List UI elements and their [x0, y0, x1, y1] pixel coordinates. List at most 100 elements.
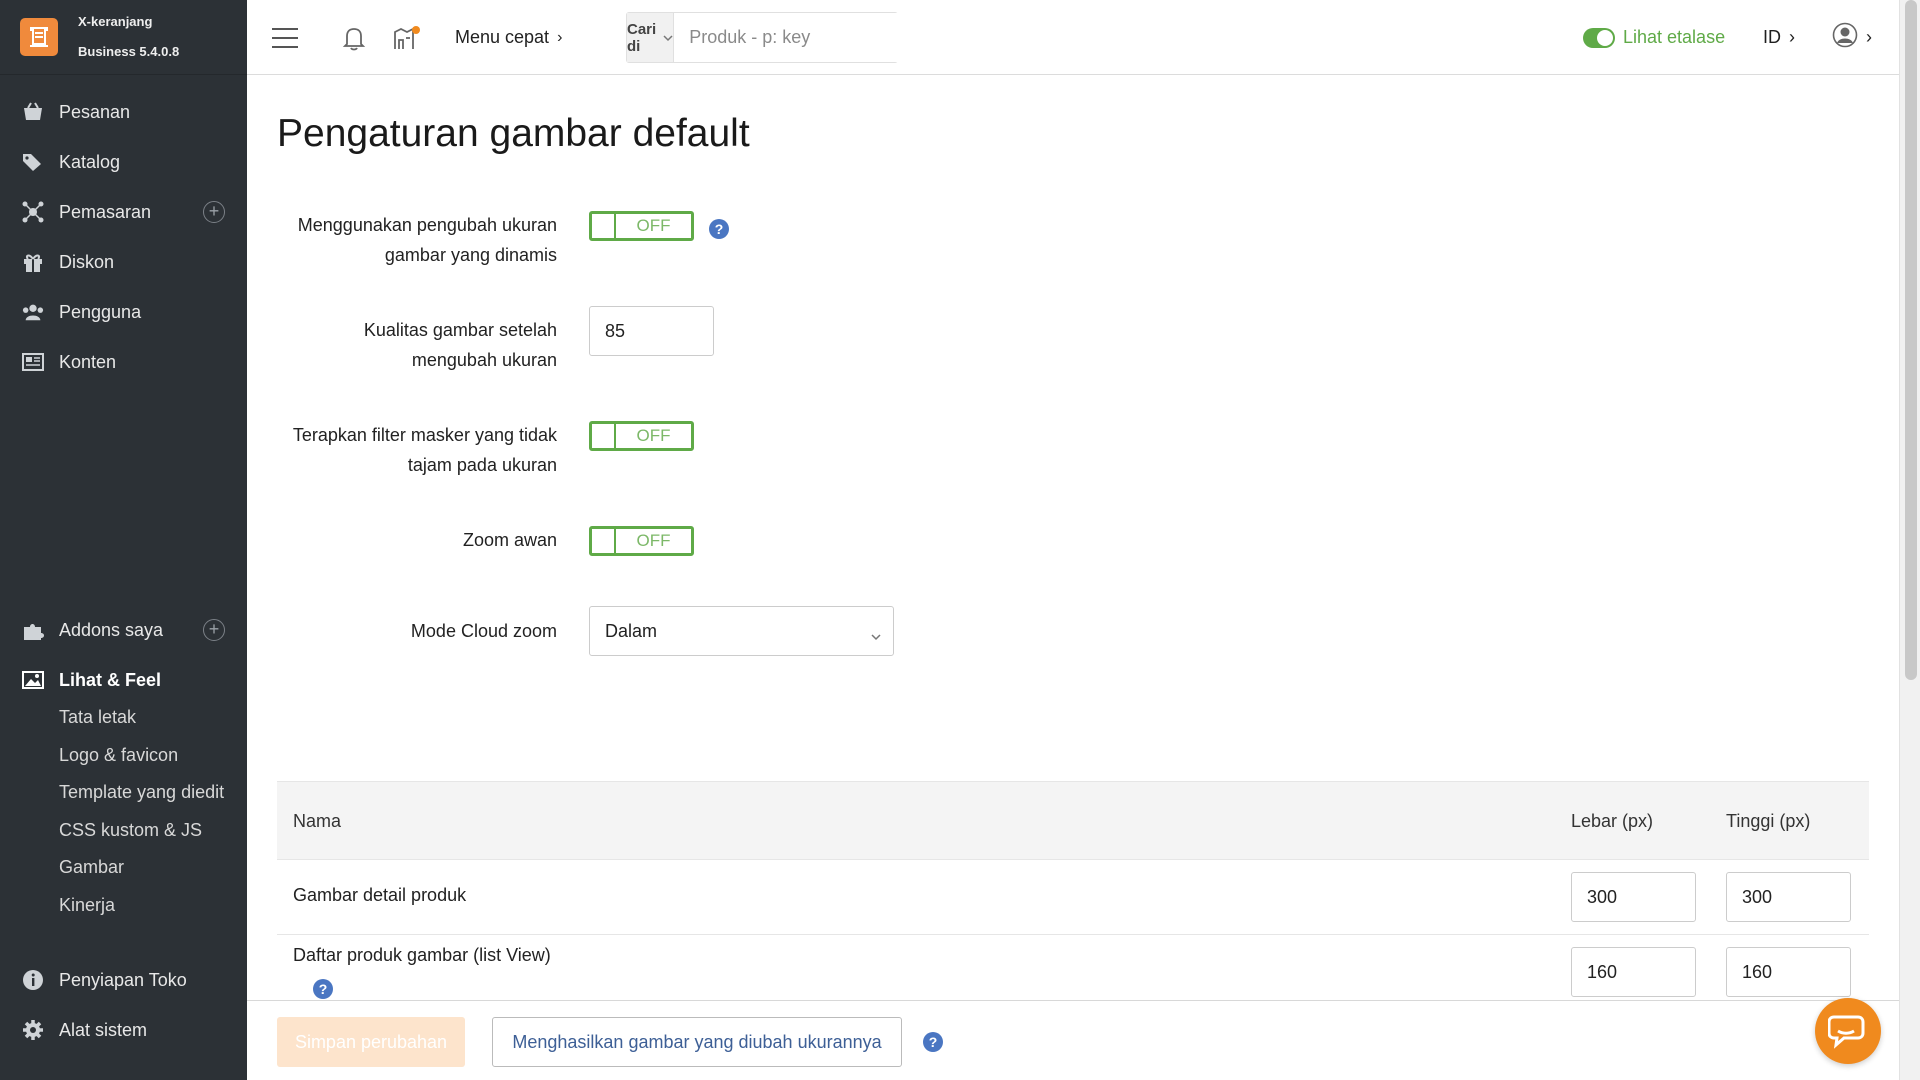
scrollbar-thumb[interactable] — [1905, 0, 1917, 680]
chevron-right-icon: › — [1866, 27, 1872, 47]
unsharp-mask-toggle[interactable]: OFF — [589, 421, 694, 451]
sidebar: X-keranjang Business 5.4.0.8 Pesanan Kat… — [0, 0, 247, 1080]
row-name: Daftar produk gambar (list View) — [293, 945, 551, 965]
hamburger-menu-icon[interactable] — [271, 0, 299, 75]
sidebar-item-marketing[interactable]: Pemasaran + — [0, 192, 247, 232]
dynamic-resizer-toggle[interactable]: OFF — [589, 211, 694, 241]
add-addon-icon[interactable]: + — [203, 619, 225, 641]
user-menu[interactable]: › — [1832, 0, 1872, 75]
puzzle-icon — [22, 619, 44, 641]
quality-input[interactable] — [589, 306, 714, 356]
label-line: Menggunakan pengubah ukuran — [297, 215, 557, 235]
app-name: X-keranjang — [78, 14, 153, 29]
sidebar-subitem-custom-css[interactable]: CSS kustom & JS — [59, 813, 202, 847]
page-title: Pengaturan gambar default — [277, 112, 750, 155]
chevron-down-icon — [871, 625, 881, 646]
gift-icon — [22, 251, 44, 273]
help-icon[interactable]: ? — [313, 979, 333, 999]
toggle-knob — [592, 424, 616, 448]
toggle-knob — [592, 529, 616, 553]
cloud-zoom-mode-label: Mode Cloud zoom — [277, 616, 557, 646]
orders-icon — [22, 101, 44, 123]
table-header: Nama Lebar (px) Tinggi (px) — [277, 781, 1869, 859]
table-row: Daftar produk gambar (list View) ? — [277, 934, 1869, 1009]
column-name: Nama — [293, 811, 342, 831]
sidebar-item-label: Pemasaran — [59, 201, 152, 222]
sidebar-subitem-logo[interactable]: Logo & favicon — [59, 738, 178, 772]
user-avatar-icon — [1832, 22, 1858, 53]
height-input[interactable] — [1726, 947, 1851, 997]
cloud-zoom-toggle[interactable]: OFF — [589, 526, 694, 556]
toggle-state: OFF — [636, 531, 671, 550]
sidebar-item-label: Penyiapan Toko — [59, 969, 187, 990]
quality-label: Kualitas gambar setelah mengubah ukuran — [277, 315, 557, 375]
quick-menu-button[interactable]: Menu cepat › — [455, 0, 562, 75]
sidebar-item-system-tools[interactable]: Alat sistem — [0, 1010, 247, 1050]
brand[interactable]: X-keranjang Business 5.4.0.8 — [0, 0, 247, 75]
sidebar-item-addons[interactable]: Addons saya + — [0, 610, 247, 650]
sidebar-item-label: Diskon — [59, 251, 115, 272]
height-input[interactable] — [1726, 872, 1851, 922]
tags-icon — [22, 151, 44, 173]
help-icon[interactable]: ? — [923, 1032, 943, 1052]
quick-menu-label: Menu cepat — [455, 27, 550, 47]
table-row: Gambar detail produk — [277, 859, 1869, 934]
sidebar-item-label: Pengguna — [59, 301, 142, 322]
sidebar-subitem-images[interactable]: Gambar — [59, 850, 124, 884]
image-sizes-table: Nama Lebar (px) Tinggi (px) Gambar detai… — [277, 781, 1869, 1009]
storefront-switch-icon — [1583, 27, 1615, 48]
page-scrollbar[interactable] — [1899, 0, 1920, 1080]
sidebar-subitem-layout[interactable]: Tata letak — [59, 700, 136, 734]
view-storefront-toggle[interactable]: Lihat etalase — [1583, 0, 1725, 75]
topbar: Menu cepat › Cari di Lihat etalase ID › … — [247, 0, 1899, 75]
sidebar-item-look-and-feel[interactable]: Lihat & Feel — [0, 660, 247, 700]
search-scope-label: Cari di — [627, 20, 657, 55]
sidebar-item-label: Addons saya — [59, 619, 164, 640]
sidebar-subitem-performance[interactable]: Kinerja — [59, 888, 115, 922]
save-button[interactable]: Simpan perubahan — [277, 1017, 465, 1067]
cloud-zoom-label: Zoom awan — [277, 525, 557, 555]
language-selector[interactable]: ID › — [1763, 0, 1795, 75]
sidebar-item-catalog[interactable]: Katalog — [0, 142, 247, 182]
sidebar-item-discounts[interactable]: Diskon — [0, 242, 247, 282]
chevron-right-icon: › — [557, 28, 563, 46]
content-icon — [22, 351, 44, 373]
sidebar-item-store-setup[interactable]: Penyiapan Toko — [0, 960, 247, 1000]
add-marketing-icon[interactable]: + — [203, 201, 225, 223]
width-input[interactable] — [1571, 872, 1696, 922]
action-bar: Simpan perubahan Menghasilkan gambar yan… — [247, 1000, 1899, 1080]
search-box: Cari di — [626, 12, 922, 63]
label-line: Mode Cloud zoom — [410, 621, 557, 641]
cart-logo-icon — [20, 18, 58, 56]
language-label: ID — [1763, 27, 1781, 47]
select-value: Dalam — [605, 620, 658, 641]
info-icon — [22, 969, 44, 991]
image-icon — [22, 669, 44, 691]
chat-support-icon[interactable] — [1815, 998, 1881, 1064]
toggle-knob — [592, 214, 616, 238]
sidebar-item-label: Katalog — [59, 151, 121, 172]
sidebar-item-orders[interactable]: Pesanan — [0, 92, 247, 132]
width-input[interactable] — [1571, 947, 1696, 997]
bell-icon[interactable] — [341, 0, 367, 75]
toggle-state: OFF — [636, 426, 671, 445]
cloud-zoom-mode-select[interactable]: Dalam — [589, 606, 894, 656]
generate-resized-images-button[interactable]: Menghasilkan gambar yang diubah ukuranny… — [492, 1017, 902, 1067]
main-content: Pengaturan gambar default Menggunakan pe… — [247, 76, 1899, 1000]
toggle-state: OFF — [636, 216, 671, 235]
sidebar-item-users[interactable]: Pengguna — [0, 292, 247, 332]
label-line: tajam pada ukuran — [407, 455, 557, 475]
users-icon — [22, 301, 44, 323]
shop-notifications-icon[interactable] — [392, 0, 422, 75]
sidebar-item-label: Alat sistem — [59, 1019, 148, 1040]
label-line: Zoom awan — [462, 530, 557, 550]
label-line: Kualitas gambar setelah — [363, 320, 557, 340]
column-width: Lebar (px) — [1571, 811, 1654, 831]
search-scope-dropdown[interactable]: Cari di — [627, 13, 675, 62]
sidebar-item-content[interactable]: Konten — [0, 342, 247, 382]
sidebar-subitem-templates[interactable]: Template yang diedit — [59, 775, 224, 809]
gear-icon — [22, 1019, 44, 1041]
help-icon[interactable]: ? — [709, 219, 729, 239]
sidebar-item-label: Lihat & Feel — [59, 669, 162, 690]
search-input[interactable] — [674, 13, 922, 62]
